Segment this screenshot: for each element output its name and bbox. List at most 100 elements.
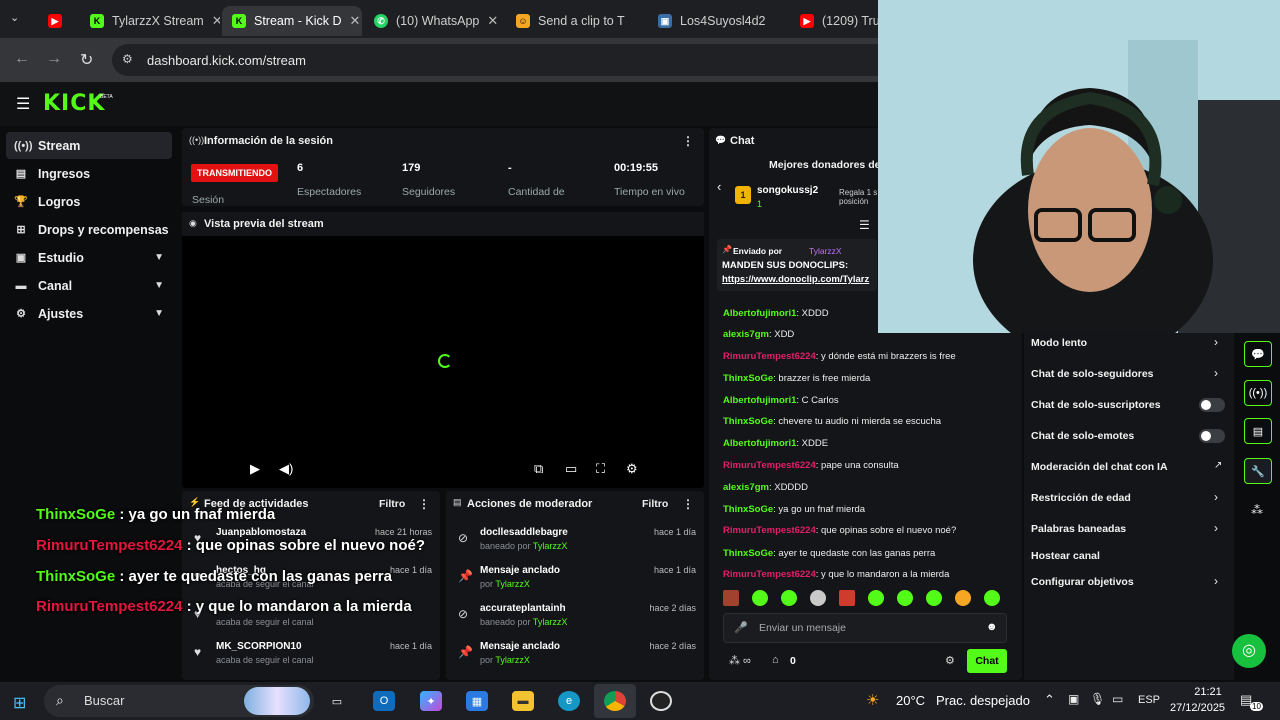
sidebar-item-canal[interactable]: ▬ Canal ▼ [6,272,172,299]
community-icon[interactable]: ⁂ ∞ [729,654,751,667]
more-options-icon[interactable]: ⋮ [418,497,430,511]
weather-temp[interactable]: 20°C [896,693,925,708]
chat-message[interactable]: RimuruTempest6224: que opinas sobre el n… [723,525,956,536]
chat-message[interactable]: alexis7gm: XDD [723,329,794,340]
chat-message[interactable]: ThinxSoGe: ayer te quedaste con las gana… [723,548,935,559]
chat-username[interactable]: ThinxSoGe [723,504,773,515]
chat-username[interactable]: alexis7gm [723,482,769,493]
task-view-icon[interactable]: ▭ [326,691,348,711]
emoji-icon[interactable]: ☻ [986,621,998,633]
tray-icon[interactable]: ▣ [1068,692,1079,706]
feed-filter-button[interactable]: Filtro [379,498,405,510]
windows-start-icon[interactable]: ⊞ [13,693,26,713]
chat-username[interactable]: ThinxSoGe [723,373,773,384]
chat-message[interactable]: Albertofujimori1: XDDD [723,308,829,319]
mod-setting-7[interactable]: Hostear canal [1031,550,1100,562]
chat-username[interactable]: Albertofujimori1 [723,438,796,449]
mod-setting-6[interactable]: Palabras baneadas [1031,523,1126,535]
browser-tab-youtube[interactable]: ▶ [38,6,78,36]
taskbar-search[interactable]: ⌕ Buscar [44,685,314,717]
chat-username[interactable]: Albertofujimori1 [723,308,796,319]
mod-setting-0[interactable]: Modo lento [1031,337,1087,349]
chat-message[interactable]: ThinxSoGe: brazzer is free mierda [723,373,870,384]
store-icon[interactable]: ▦ [466,691,488,711]
clock-time[interactable]: 21:21 [1184,686,1232,698]
chevron-right-icon[interactable]: › [1214,335,1218,349]
copilot-icon[interactable]: ✦ [420,691,442,711]
chat-message[interactable]: ThinxSoGe: ya go un fnaf mierda [723,504,865,515]
volume-icon[interactable]: ◀) [279,461,293,477]
fullscreen-icon[interactable]: ⛶ [596,461,605,477]
chat-username[interactable]: ThinxSoGe [723,548,773,559]
emote-icon[interactable] [926,590,942,606]
sidebar-item-logros[interactable]: 🏆 Logros [6,188,172,215]
clock-date[interactable]: 27/12/2025 [1170,702,1225,714]
network-icon[interactable]: ▭ [1112,692,1123,706]
emote-icon[interactable] [955,590,971,606]
toggle-switch[interactable] [1199,398,1225,412]
forward-icon[interactable]: → [46,50,62,68]
edge-icon[interactable]: e [558,691,580,711]
broadcast-icon[interactable]: ((•)) [1244,380,1272,406]
chat-message[interactable]: ThinxSoGe: chevere tu audio ni mierda se… [723,416,941,427]
emote-icon[interactable] [723,590,739,606]
outlook-icon[interactable]: O [373,691,395,711]
back-icon[interactable]: ← [14,50,30,68]
emote-icon[interactable] [810,590,826,606]
microphone-icon[interactable]: 🎙 [1090,692,1105,706]
emote-icon[interactable] [781,590,797,606]
sidebar-item-estudio[interactable]: ▣ Estudio ▼ [6,244,172,271]
browser-tab-steam[interactable]: ▣ Los4Suyosl4d2 [648,6,788,36]
pip-icon[interactable]: ⧉ [534,461,543,477]
chrome-icon[interactable] [604,691,626,711]
mod-setting-8[interactable]: Configurar objetivos [1031,576,1134,588]
browser-tab-stream[interactable]: K Stream - Kick D ✕ [222,6,362,36]
settings-icon[interactable]: ⚙ [626,461,638,477]
emote-icon[interactable] [752,590,768,606]
chat-message[interactable]: RimuruTempest6224: pape una consulta [723,460,899,471]
pinned-message[interactable]: 📌 Enviado por TylarzzX MANDEN SUS DONOCL… [717,239,877,291]
close-tab-icon[interactable]: ✕ [487,13,498,29]
sidebar-item-drops[interactable]: ⊞ Drops y recompensas [6,216,172,243]
chevron-up-icon[interactable]: ⌃ [1044,692,1055,708]
language-indicator[interactable]: ESP [1138,694,1160,706]
microphone-icon[interactable]: 🎤 [734,621,748,634]
browser-tab-clip[interactable]: ☺ Send a clip to T [506,6,646,36]
file-explorer-icon[interactable]: ▬ [512,691,534,711]
chevron-right-icon[interactable]: › [1214,490,1218,504]
chat-message[interactable]: Albertofujimori1: C Carlos [723,395,839,406]
toggle-switch[interactable] [1199,429,1225,443]
chat-username[interactable]: RimuruTempest6224 [723,460,816,471]
pinned-link[interactable]: https://www.donoclip.com/Tylarz [722,274,869,285]
browser-tab-tylarzzx[interactable]: K TylarzzX Stream ✕ [80,6,220,36]
chat-username[interactable]: Albertofujimori1 [723,395,796,406]
chat-message[interactable]: RimuruTempest6224: y que lo mandaron a l… [723,569,949,580]
chevron-right-icon[interactable]: › [1214,521,1218,535]
sidebar-item-ingresos[interactable]: ▤ Ingresos [6,160,172,187]
chat-username[interactable]: ThinxSoGe [723,416,773,427]
sidebar-item-stream[interactable]: ((•)) Stream [6,132,172,159]
obs-icon[interactable] [650,691,672,711]
mod-setting-5[interactable]: Restricción de edad [1031,492,1131,504]
menu-icon[interactable]: ☰ [16,94,30,114]
chat-username[interactable]: RimuruTempest6224 [723,525,816,536]
mod-setting-1[interactable]: Chat de solo-seguidores [1031,368,1154,380]
theater-icon[interactable]: ▭ [565,461,577,477]
tab-list-dropdown-icon[interactable]: ⌄ [10,11,19,24]
list-icon[interactable]: ▤ [1244,418,1272,444]
emote-icon[interactable] [868,590,884,606]
chat-icon[interactable]: 💬 [1244,341,1272,367]
site-info-icon[interactable]: ⚙ [122,52,133,66]
modactions-filter-button[interactable]: Filtro [642,498,668,510]
play-icon[interactable]: ▶ [250,461,260,477]
chat-send-button[interactable]: Chat [967,649,1007,673]
close-tab-icon[interactable]: ✕ [212,13,220,29]
sidebar-item-ajustes[interactable]: ⚙ Ajustes ▼ [6,300,172,327]
emote-icon[interactable] [839,590,855,606]
reload-icon[interactable]: ↻ [80,50,93,70]
gear-icon[interactable]: ⚙ [945,654,955,667]
more-options-icon[interactable]: ⋮ [682,134,694,148]
mod-setting-3[interactable]: Chat de solo-emotes [1031,430,1134,442]
kick-logo[interactable]: KICK [43,91,105,116]
chat-message[interactable]: Albertofujimori1: XDDE [723,438,828,449]
